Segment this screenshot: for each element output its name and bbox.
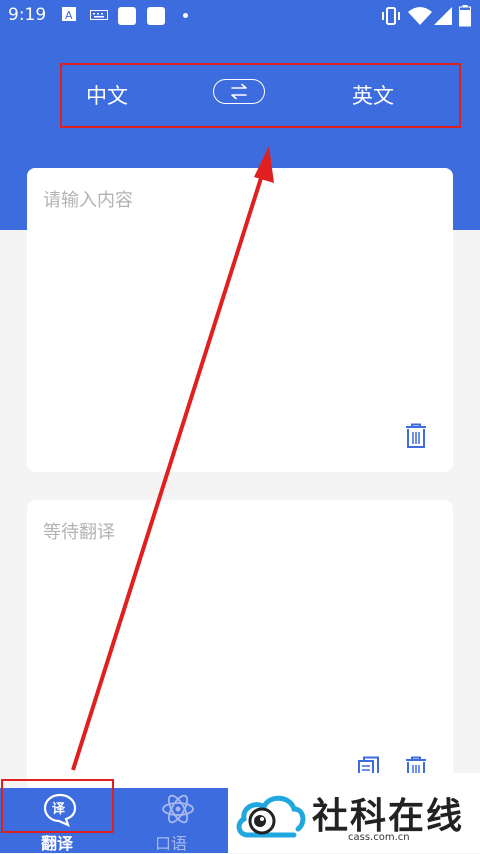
status-time: 9:19 <box>8 5 47 25</box>
wifi-icon <box>408 7 432 25</box>
trash-icon[interactable] <box>404 423 428 449</box>
watermark-url: cass.com.cn <box>348 832 410 843</box>
app-icon <box>147 7 165 25</box>
tab-speaking-label: 口语 <box>154 834 187 853</box>
svg-text:A: A <box>65 9 73 21</box>
output-card: 等待翻译 <box>27 500 453 790</box>
watermark: 社科在线 cass.com.cn <box>228 773 480 853</box>
tab-speaking[interactable]: 口语 <box>114 788 228 853</box>
cloud-eye-logo-icon <box>236 795 306 838</box>
keyboard-icon <box>90 10 108 20</box>
battery-icon <box>459 5 471 27</box>
vibrate-icon <box>382 7 400 25</box>
translate-app-icon: A <box>62 7 76 21</box>
atom-icon <box>162 794 194 824</box>
dot-icon <box>183 13 188 18</box>
tab-translate-label: 翻译 <box>40 834 73 853</box>
annotation-highlight-frame <box>60 63 461 128</box>
status-bar: 9:19 A <box>0 0 480 32</box>
output-placeholder: 等待翻译 <box>43 522 115 543</box>
app-icon <box>118 7 136 25</box>
input-placeholder[interactable]: 请输入内容 <box>43 186 133 212</box>
annotation-highlight-frame <box>1 779 114 833</box>
input-card: 请输入内容 <box>27 168 453 472</box>
signal-icon <box>434 7 452 25</box>
